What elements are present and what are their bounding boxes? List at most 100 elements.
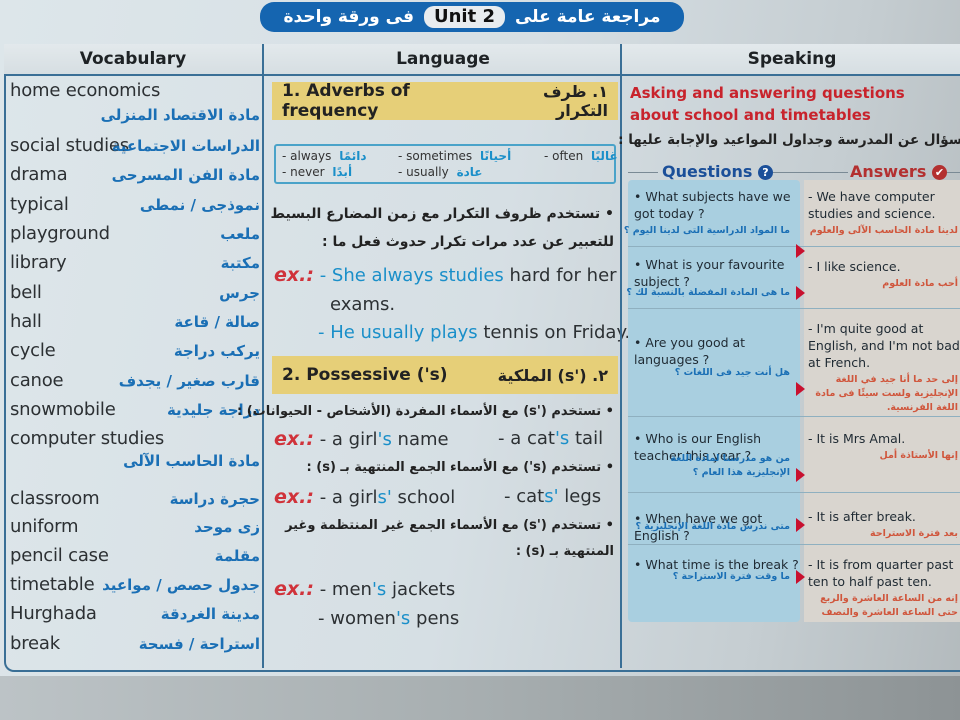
vocab-english: cycle bbox=[10, 340, 56, 361]
vocab-english: classroom bbox=[10, 488, 100, 509]
questions-heading: Questions ? bbox=[662, 162, 773, 181]
vocab-row: break استراحة / فسحة bbox=[10, 633, 260, 661]
speaking-subtitle-ar: سؤال عن المدرسة وجداول المواعيد والإجابة… bbox=[618, 132, 960, 148]
adverbs-example-1-cont: exams. bbox=[330, 294, 396, 315]
answer-text: - It is Mrs Amal. bbox=[808, 431, 906, 446]
vocab-arabic: استراحة / فسحة bbox=[138, 635, 260, 653]
section-possessive-header: 2. Possessive ('s) ٢. ('s) الملكية bbox=[272, 356, 618, 394]
answer-text: - It is after break. bbox=[808, 509, 916, 524]
arrow-right-icon bbox=[796, 570, 805, 584]
adverb-item: - never أبدًا bbox=[282, 165, 353, 179]
vocab-arabic: مادة الاقتصاد المنزلى bbox=[100, 106, 260, 124]
answer-text: - It is from quarter past ten to half pa… bbox=[808, 557, 954, 589]
vocab-english: hall bbox=[10, 311, 42, 332]
qa-divider bbox=[628, 416, 960, 417]
unit-badge: Unit 2 bbox=[423, 6, 505, 28]
vocab-row: classroom حجرة دراسة bbox=[10, 488, 260, 516]
answer-text: - We have computer studies and science. bbox=[808, 189, 936, 221]
vocab-english: bell bbox=[10, 282, 42, 303]
language-column: Language 1. Adverbs of frequency ١. ظرف … bbox=[237, 44, 630, 668]
adverbs-example-2: - He usually plays tennis on Friday. bbox=[318, 322, 631, 343]
possessive-rule-1: • تستخدم ('s) مع الأسماء المفردة (الأشخا… bbox=[237, 404, 614, 419]
vocab-arabic: قارب صغير / يجدف bbox=[118, 372, 260, 390]
answer-arabic: إلى حد ما أنا جيد في اللغة الإنجليزية ول… bbox=[815, 374, 958, 413]
qa-divider bbox=[628, 246, 960, 247]
adverb-item: - often غالبًا bbox=[544, 149, 618, 163]
example-label: ex.: bbox=[274, 264, 314, 286]
banner-suffix: فى ورقة واحدة bbox=[283, 7, 414, 27]
banner-prefix: مراجعة عامة على bbox=[514, 7, 661, 27]
vocab-english: typical bbox=[10, 194, 69, 215]
adverb-item: - sometimes أحيانًا bbox=[398, 149, 512, 163]
question-arabic: ما هى المادة المفضلة بالنسبة لك ؟ bbox=[626, 287, 790, 298]
possessive-example-3b: - women's pens bbox=[318, 608, 460, 629]
vocab-row: hall صالة / قاعة bbox=[10, 311, 260, 339]
vocab-arabic: مكتبة bbox=[220, 254, 260, 272]
answer-arabic: إنه من الساعة العاشرة والربع حتى الساعة … bbox=[820, 593, 958, 618]
possessive-example-1: ex.: - a girl's name bbox=[274, 428, 449, 450]
arrow-right-icon bbox=[796, 382, 805, 396]
possessive-rule-3b: المنتهية بـ (s) : bbox=[515, 544, 614, 559]
arrow-right-icon bbox=[796, 518, 805, 532]
vocab-english: canoe bbox=[10, 370, 64, 391]
vocab-row: timetable جدول حصص / مواعيد bbox=[10, 574, 260, 602]
worksheet-page: مراجعة عامة على Unit 2 فى ورقة واحدة Voc… bbox=[0, 0, 960, 720]
possessive-example-2: ex.: - a girls' school bbox=[274, 486, 456, 508]
question-text: • What is your favourite subject ? bbox=[634, 257, 785, 289]
answers-heading: Answers ✔ bbox=[850, 162, 947, 181]
answer-arabic: إنها الأستاذة أمل bbox=[879, 450, 959, 461]
vocab-english: drama bbox=[10, 164, 68, 185]
vocab-row: snowmobile دراجة جليدية bbox=[10, 399, 260, 427]
vocab-english: uniform bbox=[10, 516, 79, 537]
vocabulary-column: Vocabulary home economics مادة الاقتصاد ا… bbox=[4, 44, 262, 668]
vocab-arabic: مادة الفن المسرحى bbox=[111, 166, 260, 184]
vocab-english: pencil case bbox=[10, 545, 109, 566]
vocab-english: library bbox=[10, 252, 67, 273]
question-text: • What subjects have we got today ? bbox=[634, 189, 791, 221]
vocab-row: Hurghada مدينة الغردقة bbox=[10, 603, 260, 631]
table-surface bbox=[0, 676, 960, 720]
speaking-heading: Speaking bbox=[622, 44, 960, 76]
vocab-row: uniform زى موحد bbox=[10, 516, 260, 544]
answer-arabic: أحب مادة العلوم bbox=[882, 278, 958, 289]
arrow-right-icon bbox=[796, 286, 805, 300]
section-possessive-title-ar: ٢. ('s) الملكية bbox=[497, 365, 608, 385]
answer-text: - I like science. bbox=[808, 259, 901, 274]
adverb-item: - always دائمًا bbox=[282, 149, 367, 163]
section-adverbs-title-en: 1. Adverbs of frequency bbox=[282, 81, 410, 121]
vocab-arabic: نموذجى / نمطى bbox=[139, 196, 260, 214]
vocab-row: home economics مادة الاقتصاد المنزلى bbox=[10, 80, 260, 124]
adverbs-example-1: ex.: - She always studies hard for her bbox=[274, 264, 617, 286]
vocab-arabic: مادة الحاسب الآلى bbox=[123, 452, 260, 470]
title-banner: مراجعة عامة على Unit 2 فى ورقة واحدة bbox=[260, 2, 684, 32]
qa-divider bbox=[628, 492, 960, 493]
vocab-row: pencil case مقلمة bbox=[10, 545, 260, 573]
answer-text: - I'm quite good at English, and I'm not… bbox=[808, 321, 960, 370]
vocab-row: playground ملعب bbox=[10, 223, 260, 251]
possessive-rule-2: • تستخدم (s') مع الأسماء الجمع المنتهية … bbox=[306, 460, 614, 475]
vocabulary-heading: Vocabulary bbox=[4, 44, 262, 76]
adverbs-box: - always دائمًا - sometimes أحيانًا - of… bbox=[274, 144, 618, 184]
qa-divider bbox=[628, 544, 960, 545]
qa-divider bbox=[628, 308, 960, 309]
vocab-row: canoe قارب صغير / يجدف bbox=[10, 370, 260, 398]
question-arabic: هل أنت جيد فى اللغات ؟ bbox=[674, 367, 790, 378]
adverb-item: - usually عادة bbox=[398, 165, 483, 179]
question-text: • Are you good at languages ? bbox=[634, 335, 746, 367]
speaking-column: Speaking Asking and answering questions … bbox=[618, 44, 960, 668]
question-mark-icon: ? bbox=[757, 165, 773, 180]
possessive-rule-3a: • تستخدم ('s) مع الأسماء الجمع غير المنت… bbox=[285, 518, 614, 533]
vocab-english: home economics bbox=[10, 80, 161, 101]
vocab-arabic: يركب دراجة bbox=[173, 342, 260, 360]
adverbs-rule-line-2: للتعبير عن عدد مرات تكرار حدوث فعل ما : bbox=[322, 234, 614, 250]
vocab-row: library مكتبة bbox=[10, 252, 260, 280]
section-possessive-title-en: 2. Possessive ('s) bbox=[282, 365, 448, 385]
vocab-english: timetable bbox=[10, 574, 95, 595]
question-arabic: من هو مدرسنا لمادة اللغة الإنجليزية هذا … bbox=[670, 453, 790, 478]
question-arabic: ما وقت فترة الاستراحة ؟ bbox=[672, 571, 790, 582]
vocab-arabic: حجرة دراسة bbox=[169, 490, 260, 508]
possessive-example-2b: - cats' legs bbox=[504, 486, 602, 507]
answer-arabic: بعد فترة الاستراحة bbox=[870, 528, 958, 539]
vocab-row: bell جرس bbox=[10, 282, 260, 310]
vocab-arabic: ملعب bbox=[220, 225, 260, 243]
